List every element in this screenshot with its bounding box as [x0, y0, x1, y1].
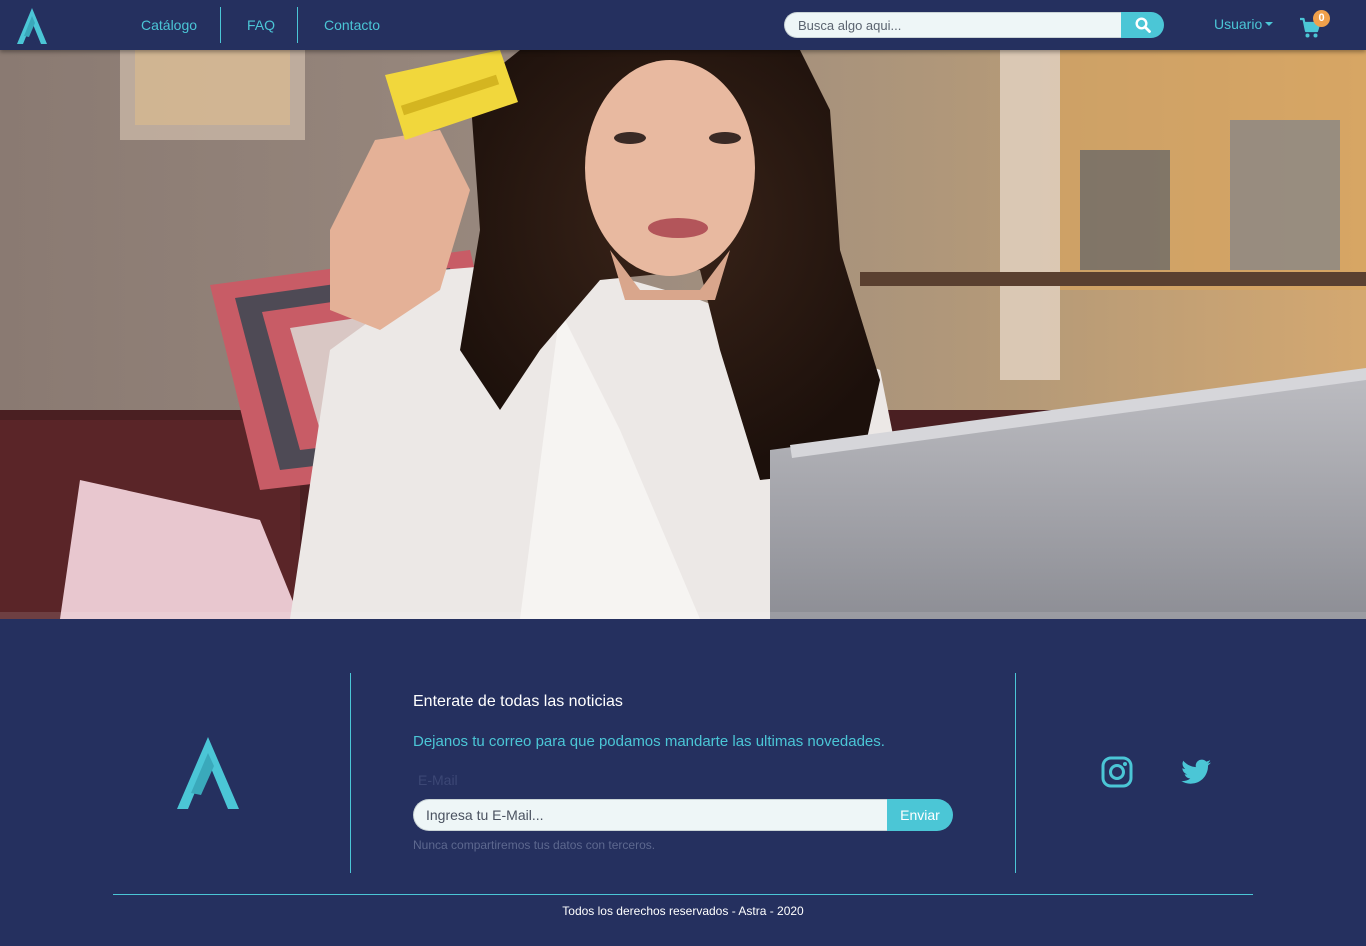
instagram-icon[interactable]: [1101, 756, 1133, 788]
navbar: Catálogo FAQ Contacto Usuario 0: [0, 0, 1366, 50]
caret-down-icon: [1265, 22, 1274, 26]
brand-logo-icon: [177, 737, 239, 809]
search-input[interactable]: [784, 12, 1122, 38]
cart-count-badge: 0: [1313, 10, 1330, 27]
send-button[interactable]: Enviar: [887, 799, 953, 831]
search-button[interactable]: [1121, 12, 1164, 38]
footer: Enterate de todas las noticias Dejanos t…: [0, 619, 1366, 946]
brand-logo-icon[interactable]: [15, 6, 49, 46]
email-label: E-Mail: [418, 772, 458, 788]
hero-image: [0, 50, 1366, 619]
nav-divider: [220, 7, 221, 43]
privacy-note: Nunca compartiremos tus datos con tercer…: [413, 838, 656, 852]
footer-rule: [113, 894, 1253, 895]
newsletter-subtitle: Dejanos tu correo para que podamos manda…: [413, 733, 885, 750]
nav-faq[interactable]: FAQ: [247, 0, 275, 50]
nav-contacto[interactable]: Contacto: [324, 0, 380, 50]
hero-photo: [0, 50, 1366, 619]
nav-catalogo[interactable]: Catálogo: [141, 0, 197, 50]
twitter-icon[interactable]: [1180, 756, 1212, 788]
copyright: Todos los derechos reservados - Astra - …: [562, 904, 804, 918]
search-bar: [784, 12, 1164, 38]
email-field[interactable]: [413, 799, 889, 831]
newsletter-title: Enterate de todas las noticias: [413, 693, 623, 710]
user-dropdown[interactable]: Usuario: [1214, 16, 1274, 32]
search-icon: [1134, 17, 1151, 33]
nav-divider: [297, 7, 298, 43]
footer-divider: [350, 673, 351, 873]
footer-divider: [1015, 673, 1016, 873]
user-label: Usuario: [1214, 16, 1263, 32]
